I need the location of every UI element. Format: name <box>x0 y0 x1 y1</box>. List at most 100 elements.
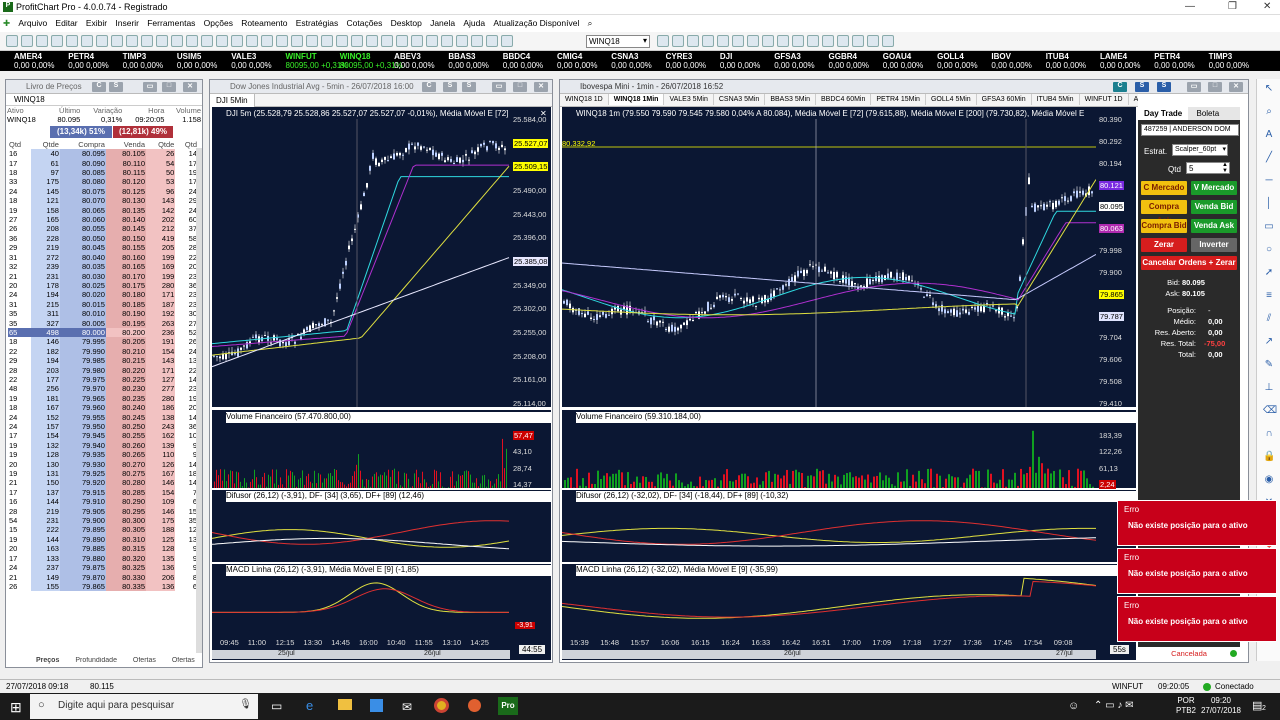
tab-petr4-15min[interactable]: PETR4 15Min <box>871 94 926 105</box>
book-row[interactable]: 24 194 80.020 80.180 171 23 <box>8 290 198 300</box>
toolbar-icon[interactable] <box>215 35 228 47</box>
clock[interactable]: 09:20 27/07/2018 <box>1200 696 1242 716</box>
menu-opcoes[interactable]: Opções <box>201 15 236 28</box>
c-button[interactable]: C <box>422 82 436 92</box>
magnet-icon[interactable]: ∩ <box>1263 428 1275 439</box>
toolbar-icon[interactable] <box>500 35 513 47</box>
notification-icon[interactable]: ▤ <box>1252 699 1262 712</box>
toolbar-icon[interactable] <box>866 35 879 47</box>
toolbar-icon[interactable] <box>20 35 33 47</box>
book-row[interactable]: 18 167 79.960 80.240 186 20 <box>8 403 198 413</box>
book-row[interactable]: 15 222 79.895 80.305 188 12 <box>8 525 198 535</box>
toolbar-icon[interactable] <box>170 35 183 47</box>
book-row[interactable]: 24 145 80.075 80.125 96 24 <box>8 186 198 197</box>
tab-profundidade[interactable]: Profundidade <box>75 657 117 664</box>
book-row[interactable]: 32 239 80.035 80.165 169 20 <box>8 262 198 272</box>
toolbar-icon[interactable] <box>656 35 669 47</box>
toolbar-icon[interactable] <box>200 35 213 47</box>
tab-bbas3-5min[interactable]: BBAS3 5Min <box>765 94 817 105</box>
toolbar-icon[interactable] <box>245 35 258 47</box>
close-icon[interactable]: ✕ <box>183 82 197 92</box>
vline-icon[interactable]: │ <box>1263 198 1275 209</box>
toolbar-icon[interactable] <box>425 35 438 47</box>
cursor-icon[interactable]: ↖ <box>1263 83 1275 94</box>
book-row[interactable]: 54 231 79.900 80.300 175 35 <box>8 516 198 526</box>
hline-icon[interactable]: ─ <box>1263 175 1275 186</box>
toolbar-icon[interactable] <box>761 35 774 47</box>
store-icon[interactable] <box>370 699 383 712</box>
book-row[interactable]: 24 237 79.875 80.325 136 9 <box>8 563 198 573</box>
toolbar-icon[interactable] <box>395 35 408 47</box>
qtd-input[interactable]: 5 ▲ ▼ <box>1186 162 1230 174</box>
language-indicator[interactable]: POR PTB2 <box>1176 696 1196 716</box>
toolbar-icon[interactable] <box>80 35 93 47</box>
menu-exibir[interactable]: Exibir <box>83 15 110 28</box>
estrat-select[interactable]: Scalper_60pt ▾ <box>1172 144 1228 156</box>
book-row[interactable]: 35 311 80.010 80.190 192 30 <box>8 309 198 319</box>
eye-icon[interactable]: ◉ <box>1263 474 1275 485</box>
s-button[interactable]: S <box>1135 82 1149 92</box>
menu-editar[interactable]: Editar <box>52 15 80 28</box>
min-icon[interactable]: ▭ <box>143 82 157 92</box>
book-row[interactable]: 21 150 79.920 80.280 146 14 <box>8 478 198 488</box>
menu-desktop[interactable]: Desktop <box>388 15 425 28</box>
book-row[interactable]: 21 231 80.030 80.170 199 23 <box>8 271 198 281</box>
toolbar-icon[interactable] <box>95 35 108 47</box>
book-row[interactable]: 31 272 80.040 80.160 199 22 <box>8 252 198 263</box>
book-row[interactable]: 19 128 79.935 80.265 110 9 <box>8 450 198 460</box>
menu-cotacoes[interactable]: Cotações <box>344 15 386 28</box>
close-icon[interactable]: ✕ <box>1229 82 1243 92</box>
toolbar-icon[interactable] <box>50 35 63 47</box>
book-row[interactable]: 26 208 80.055 80.145 212 37 <box>8 224 198 234</box>
app-icon[interactable] <box>468 699 481 712</box>
dji-macd-chart[interactable]: MACD Linha (26,12) (-3,91), Média Móvel … <box>212 564 551 636</box>
error-toast[interactable]: Erro Não existe posição para o ativo <box>1117 596 1277 642</box>
book-row[interactable]: 18 97 80.085 80.115 50 19 <box>8 168 198 178</box>
book-row[interactable]: 20 178 80.025 80.175 280 36 <box>8 280 198 291</box>
toolbar-icon[interactable] <box>836 35 849 47</box>
book-row[interactable]: 19 158 80.065 80.135 142 24 <box>8 205 198 216</box>
book-row[interactable]: 21 149 79.870 80.330 206 8 <box>8 572 198 582</box>
c-button[interactable]: C <box>1113 82 1127 92</box>
tab-winq18-1d[interactable]: WINQ18 1D <box>560 94 609 105</box>
toolbar-icon[interactable] <box>806 35 819 47</box>
dji-price-chart[interactable]: DJI 5m (25.528,79 25.528,86 25.527,07 25… <box>212 107 551 408</box>
tab-itub4-5min[interactable]: ITUB4 5Min <box>1032 94 1080 105</box>
toolbar-icon[interactable] <box>155 35 168 47</box>
tray-icons[interactable]: ⌃ ▭ ♪ ✉ <box>1094 700 1134 711</box>
toolbar-icon[interactable] <box>185 35 198 47</box>
dji-volume-chart[interactable]: Volume Financeiro (57.470.800,00) 57,47 4… <box>212 410 551 489</box>
book-row[interactable]: 19 132 79.940 80.260 139 9 <box>8 440 198 451</box>
error-toast[interactable]: Erro Não existe posição para o ativo <box>1117 548 1277 594</box>
toolbar-icon[interactable] <box>125 35 138 47</box>
tab-csna3-5min[interactable]: CSNA3 5Min <box>714 94 766 105</box>
book-row[interactable]: 17 137 79.915 80.285 154 7 <box>8 487 198 498</box>
max-icon[interactable]: □ <box>162 82 176 92</box>
mail-icon[interactable]: ✉ <box>402 700 412 714</box>
tab-abev3-5min[interactable]: ABEV3 5Min <box>1129 94 1138 105</box>
s-button[interactable]: S <box>443 82 457 92</box>
toolbar-icon[interactable] <box>701 35 714 47</box>
toolbar-icon[interactable] <box>821 35 834 47</box>
toolbar-icon[interactable] <box>470 35 483 47</box>
menu-estrategias[interactable]: Estratégias <box>293 15 342 28</box>
toolbar-icon[interactable] <box>320 35 333 47</box>
book-row[interactable]: 19 144 79.890 80.310 125 13 <box>8 534 198 545</box>
c-mercado-button[interactable]: C Mercado <box>1141 181 1187 195</box>
book-row[interactable]: 24 157 79.950 80.250 243 36 <box>8 422 198 432</box>
compra-bid-button[interactable]: Compra Bid <box>1141 219 1187 233</box>
taskbar-search[interactable]: ○ Digite aqui para pesquisar 🎙 <box>30 694 258 719</box>
error-toast[interactable]: Erro Não existe posição para o ativo <box>1117 500 1277 546</box>
pen-icon[interactable]: ✎ <box>1263 359 1275 370</box>
book-row[interactable]: 20 163 79.885 80.315 128 9 <box>8 544 198 554</box>
book-row[interactable]: 22 182 79.990 80.210 154 24 <box>8 346 198 357</box>
tab-ofertas-1[interactable]: Ofertas <box>133 657 156 664</box>
windows-start-icon[interactable]: ⊞ <box>10 699 22 716</box>
inverter-button[interactable]: Inverter <box>1191 238 1237 252</box>
s-button[interactable]: S <box>1157 82 1171 92</box>
book-row[interactable]: 26 155 79.865 80.335 136 6 <box>8 581 198 592</box>
close-icon[interactable]: ✕ <box>534 82 548 92</box>
menu-arquivo[interactable]: Arquivo <box>15 15 50 28</box>
min-icon[interactable]: ▭ <box>492 82 506 92</box>
toolbar-icon[interactable] <box>290 35 303 47</box>
